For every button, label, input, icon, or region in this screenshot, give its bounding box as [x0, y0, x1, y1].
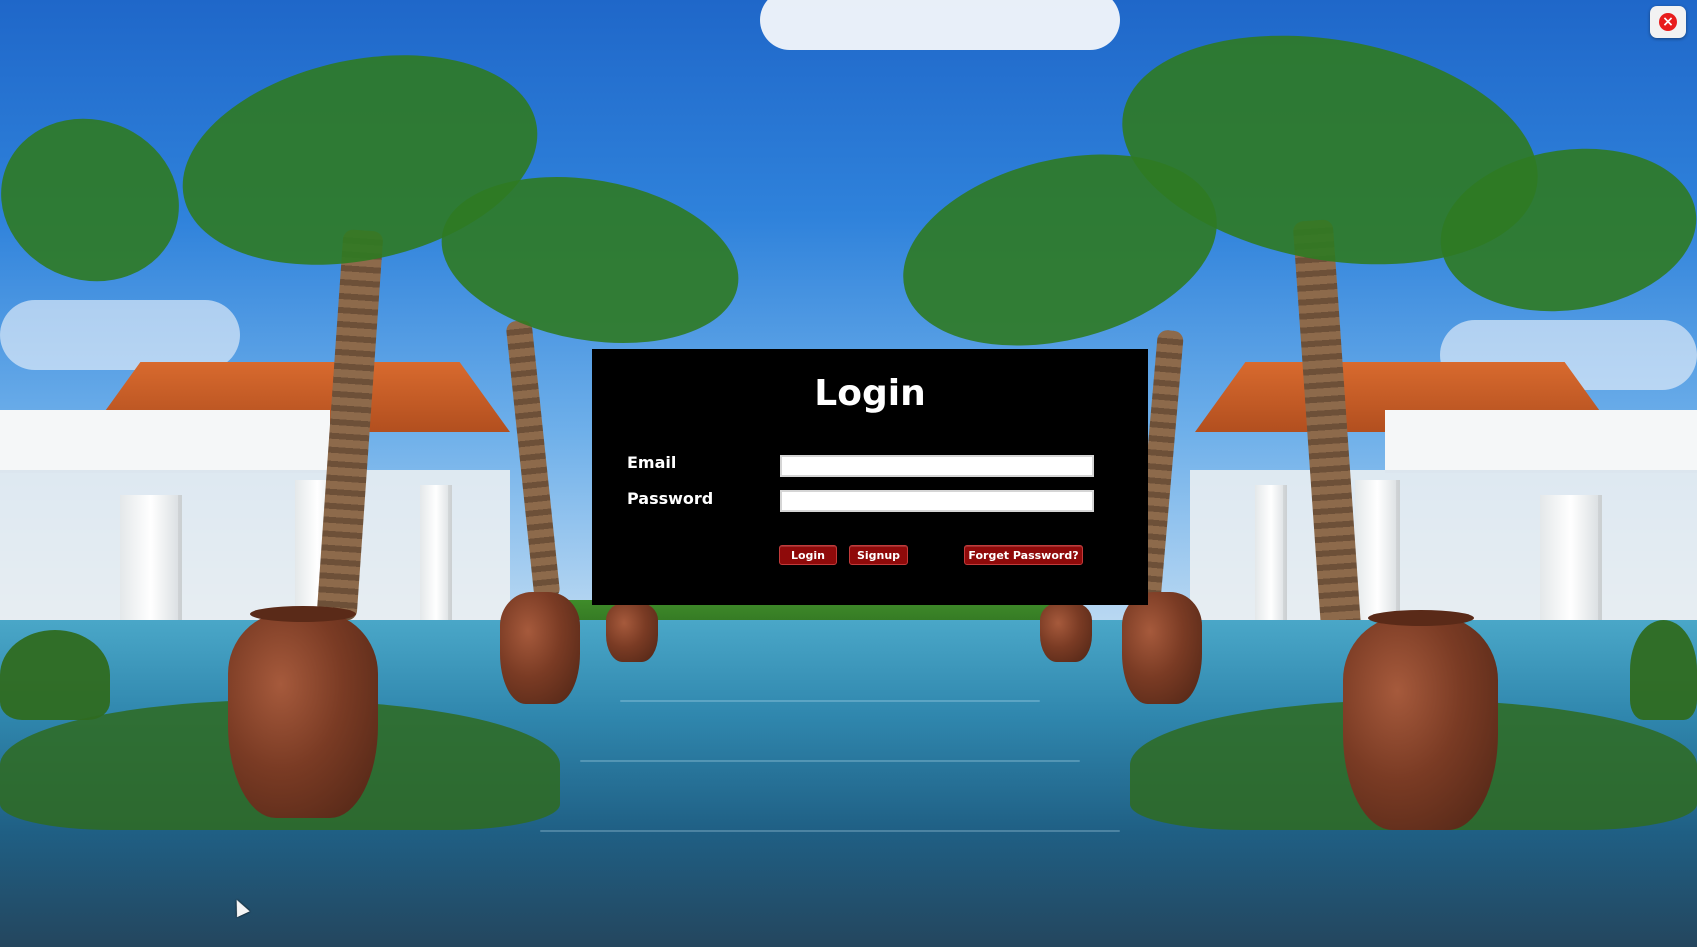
- close-icon: ×: [1659, 13, 1677, 31]
- login-title: Login: [814, 373, 926, 414]
- login-button[interactable]: Login: [779, 545, 837, 565]
- signup-button[interactable]: Signup: [849, 545, 908, 565]
- urn-right-large: [1343, 616, 1498, 830]
- cloud: [0, 300, 240, 370]
- hedge: [1630, 620, 1697, 720]
- urn-lip: [1368, 610, 1474, 626]
- ripple: [540, 830, 1120, 832]
- password-label: Password: [627, 489, 714, 508]
- ripple: [580, 760, 1080, 762]
- urn-right-small: [1040, 602, 1092, 662]
- ripple: [620, 700, 1040, 702]
- pavilion-beam-left: [0, 410, 330, 470]
- pavilion-beam-right: [1385, 410, 1697, 470]
- close-button[interactable]: ×: [1650, 6, 1686, 38]
- urn-left-mid: [500, 592, 580, 704]
- forgot-password-button[interactable]: Forget Password?: [964, 545, 1083, 565]
- email-field[interactable]: [780, 455, 1094, 477]
- urn-left-small: [606, 602, 658, 662]
- urn-lip: [250, 606, 356, 622]
- urn-right-mid: [1122, 592, 1202, 704]
- cloud: [760, 0, 1120, 50]
- urn-left-large: [228, 612, 378, 818]
- login-panel: Login Email Password Login Signup Forget…: [592, 349, 1148, 605]
- email-label: Email: [627, 453, 677, 472]
- hedge: [0, 630, 110, 720]
- password-field[interactable]: [780, 490, 1094, 512]
